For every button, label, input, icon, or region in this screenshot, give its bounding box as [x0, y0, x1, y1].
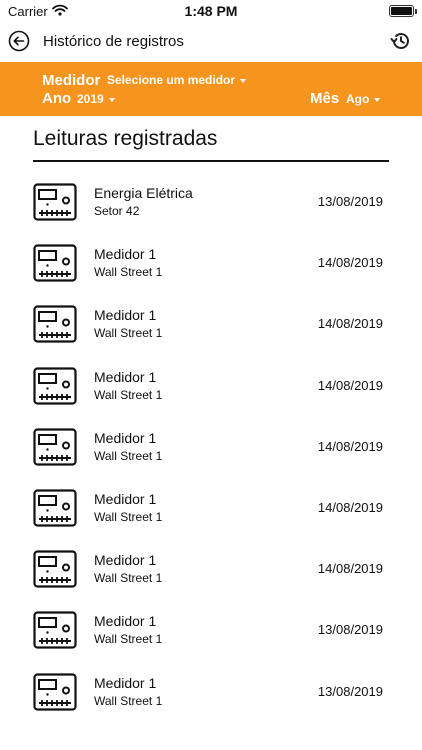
reading-row[interactable]: Medidor 1 Wall Street 1 14/08/2019	[0, 233, 422, 294]
chevron-down-icon	[108, 97, 115, 102]
reading-date: 14/08/2019	[317, 499, 383, 515]
reading-title: Medidor 1	[94, 552, 157, 569]
meter-icon	[33, 366, 77, 405]
meter-icon	[33, 305, 77, 343]
month-filter-select[interactable]: Ago	[346, 92, 381, 106]
reading-date: 14/08/2019	[317, 561, 383, 577]
reading-subtitle: Wall Street 1	[94, 693, 163, 708]
reading-title: Medidor 1	[94, 307, 157, 324]
status-bar: Carrier 1:48 PM	[0, 0, 422, 22]
reading-row[interactable]: Energia Elétrica Setor 42 13/08/2019	[0, 172, 422, 233]
meter-icon	[33, 550, 77, 588]
reading-title: Medidor 1	[94, 246, 157, 263]
filter-bar: Medidor Selecione um medidor Ano 2019 Mê…	[0, 62, 422, 116]
chevron-down-icon	[374, 97, 381, 102]
meter-icon	[33, 244, 77, 282]
reading-subtitle: Wall Street 1	[94, 265, 163, 280]
meter-icon	[33, 489, 77, 527]
reading-subtitle: Wall Street 1	[94, 326, 163, 341]
readings-list: Energia Elétrica Setor 42 13/08/2019 Medido…	[0, 172, 422, 723]
meter-filter-value: Selecione um medidor	[107, 73, 236, 87]
month-filter-value: Ago	[346, 92, 370, 106]
meter-filter-label: Medidor	[42, 72, 101, 89]
nav-bar: Histórico de registros	[0, 26, 422, 60]
history-clock-icon[interactable]	[389, 29, 413, 53]
battery-tip	[415, 9, 417, 14]
reading-row[interactable]: Medidor 1 Wall Street 1 14/08/2019	[0, 539, 422, 600]
reading-subtitle: Wall Street 1	[94, 387, 163, 402]
meter-icon	[33, 428, 77, 466]
reading-date: 14/08/2019	[317, 255, 383, 271]
page-title: Histórico de registros	[43, 33, 184, 50]
month-filter-label: Mês	[310, 90, 340, 107]
reading-title: Medidor 1	[94, 613, 157, 630]
meter-icon	[33, 611, 77, 649]
battery-icon	[389, 5, 417, 17]
back-arrow-circle-icon[interactable]	[8, 30, 30, 52]
reading-subtitle: Wall Street 1	[94, 571, 163, 586]
meter-icon	[33, 183, 77, 221]
meter-filter-select[interactable]: Selecione um medidor	[107, 73, 247, 87]
year-filter-value: 2019	[77, 92, 104, 106]
reading-subtitle: Wall Street 1	[94, 509, 163, 524]
reading-row[interactable]: Medidor 1 Wall Street 1 14/08/2019	[0, 356, 422, 417]
section-title: Leituras registradas	[33, 127, 218, 150]
reading-date: 14/08/2019	[317, 377, 383, 393]
reading-title: Medidor 1	[94, 490, 157, 507]
reading-subtitle: Wall Street 1	[94, 632, 163, 647]
section-divider	[33, 160, 389, 162]
year-filter-label: Ano	[42, 90, 72, 107]
status-time: 1:48 PM	[184, 3, 238, 19]
reading-date: 14/08/2019	[317, 316, 383, 332]
reading-row[interactable]: Medidor 1 Wall Street 1 14/08/2019	[0, 417, 422, 478]
battery-fill	[391, 7, 412, 15]
reading-subtitle: Setor 42	[94, 204, 140, 218]
reading-date: 13/08/2019	[317, 622, 383, 638]
reading-row[interactable]: Medidor 1 Wall Street 1 13/08/2019	[0, 662, 422, 723]
chevron-down-icon	[240, 78, 247, 83]
reading-row[interactable]: Medidor 1 Wall Street 1 14/08/2019	[0, 478, 422, 539]
reading-subtitle: Wall Street 1	[94, 448, 163, 463]
reading-title: Medidor 1	[94, 368, 157, 385]
reading-date: 13/08/2019	[317, 194, 383, 209]
reading-title: Medidor 1	[94, 674, 157, 691]
reading-row[interactable]: Medidor 1 Wall Street 1 14/08/2019	[0, 294, 422, 355]
meter-icon	[33, 672, 77, 711]
reading-title: Medidor 1	[94, 429, 157, 446]
reading-date: 13/08/2019	[317, 683, 383, 699]
reading-row[interactable]: Medidor 1 Wall Street 1 13/08/2019	[0, 600, 422, 661]
reading-title: Energia Elétrica	[94, 185, 193, 201]
year-filter-select[interactable]: 2019	[77, 92, 115, 106]
reading-date: 14/08/2019	[317, 438, 383, 454]
